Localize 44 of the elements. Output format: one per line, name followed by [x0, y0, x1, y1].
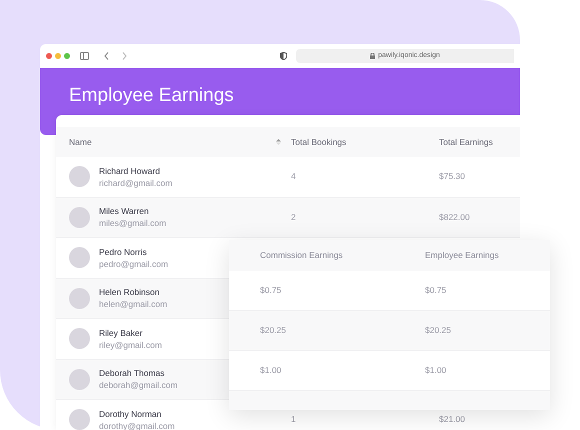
avatar — [69, 409, 90, 430]
employee-name: Dorothy Norman — [99, 408, 162, 420]
employee-email: miles@gmail.com — [99, 217, 166, 230]
employee-name: Deborah Thomas — [99, 367, 166, 380]
table-cell: $822.00 — [439, 212, 470, 222]
table-cell-text: $20.25 — [425, 324, 452, 337]
avatar — [69, 328, 90, 350]
sort-icon[interactable] — [276, 139, 281, 145]
employee-name: Helen Robinson — [99, 286, 160, 298]
table-cell-text: $0.75 — [425, 284, 448, 297]
employee-email: riley@gmail.com — [99, 338, 162, 351]
avatar — [69, 206, 90, 228]
column-header[interactable]: Commission Earnings — [229, 249, 425, 262]
avatar — [69, 288, 90, 309]
table-cell-text: $1.00 — [259, 364, 282, 377]
avatar — [69, 247, 90, 268]
shield-icon[interactable] — [280, 52, 287, 60]
avatar — [69, 368, 90, 390]
avatar — [69, 166, 90, 188]
table-cell: 1 — [291, 414, 296, 424]
sidebar-icon[interactable] — [80, 52, 89, 60]
forward-icon[interactable] — [122, 52, 127, 60]
column-header[interactable]: Total Bookings — [291, 136, 346, 148]
back-icon[interactable] — [104, 52, 109, 60]
table-cell-text: $0.75 — [259, 284, 282, 297]
table-cell-text: $1.00 — [425, 364, 448, 377]
employee-email: richard@gmail.com — [99, 176, 172, 189]
employee-name: Richard Howard — [99, 164, 161, 177]
table-cell: 2 — [291, 212, 296, 222]
table-cell: 4 — [291, 171, 296, 182]
employee-name: Riley Baker — [99, 326, 144, 339]
table-cell: $75.30 — [439, 171, 465, 182]
employee-name: Pedro Norris — [99, 246, 148, 258]
table-cell: $21.00 — [439, 414, 465, 424]
employee-email: pedro@gmail.com — [99, 258, 168, 270]
column-header[interactable]: Employee Earnings — [425, 249, 545, 262]
employee-email: helen@gmail.com — [99, 298, 168, 310]
table-cell-text: $20.25 — [259, 324, 287, 337]
column-header[interactable]: Name — [69, 136, 92, 148]
page-title: Employee Earnings — [69, 84, 235, 108]
lock-icon — [370, 53, 376, 59]
employee-name: Miles Warren — [99, 205, 150, 218]
employee-email: deborah@gmail.com — [99, 379, 178, 392]
column-header[interactable]: Total Earnings — [439, 136, 493, 148]
